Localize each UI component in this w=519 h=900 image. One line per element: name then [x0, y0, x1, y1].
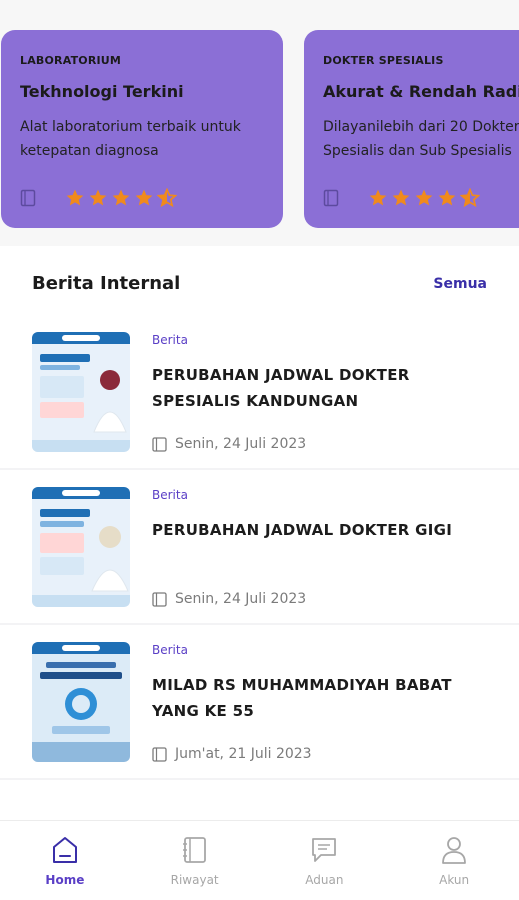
nav-item-home[interactable]: Home	[0, 821, 130, 900]
section-title: Berita Internal	[32, 273, 181, 294]
star-icon	[66, 189, 84, 206]
message-icon	[312, 838, 337, 862]
feature-card-laboratorium[interactable]: LABORATORIUM Tekhnologi Terkini Alat lab…	[1, 30, 283, 228]
news-tag: Berita	[152, 643, 188, 657]
document-icon	[20, 189, 36, 207]
star-half-icon	[157, 188, 177, 208]
calendar-icon	[152, 746, 167, 762]
feature-card-dokter-spesialis[interactable]: DOKTER SPESIALIS Akurat & Rendah Radiasi…	[304, 30, 519, 228]
feature-carousel[interactable]: LABORATORIUM Tekhnologi Terkini Alat lab…	[0, 0, 519, 246]
star-icon	[112, 189, 130, 206]
rating-stars	[65, 188, 177, 208]
news-date: Jum'at, 21 Juli 2023	[152, 746, 312, 762]
star-half-icon	[460, 188, 480, 208]
news-date-text: Senin, 24 Juli 2023	[175, 436, 307, 452]
star-icon	[415, 189, 433, 206]
nav-item-aduan[interactable]: Aduan	[260, 821, 390, 900]
card-category: LABORATORIUM	[20, 54, 122, 67]
news-title: PERUBAHAN JADWAL DOKTER GIGI	[152, 521, 453, 539]
star-icon	[369, 189, 387, 206]
news-tag: Berita	[152, 488, 188, 502]
card-title: Tekhnologi Terkini	[20, 82, 184, 101]
news-thumbnail	[32, 642, 130, 762]
news-date: Senin, 24 Juli 2023	[152, 591, 306, 607]
nav-item-akun[interactable]: Akun	[389, 821, 519, 900]
nav-label: Home	[45, 873, 85, 887]
news-thumbnail	[32, 487, 130, 607]
nav-item-riwayat[interactable]: Riwayat	[130, 821, 260, 900]
star-icon	[135, 189, 153, 206]
nav-label: Akun	[439, 873, 470, 887]
card-footer	[323, 188, 480, 208]
news-date-text: Senin, 24 Juli 2023	[175, 591, 307, 607]
news-item[interactable]: Berita MILAD RS MUHAMMADIYAH BABAT YANG …	[0, 630, 519, 780]
news-title: MILAD RS MUHAMMADIYAH BABAT YANG KE 55	[152, 676, 452, 720]
news-item[interactable]: Berita PERUBAHAN JADWAL DOKTER GIGI Seni…	[0, 475, 519, 625]
document-icon	[323, 189, 339, 207]
news-thumbnail	[32, 332, 130, 452]
card-description: Dilayanilebih dari 20 Dokter Spesialis d…	[323, 115, 519, 163]
card-title: Akurat & Rendah Radiasi	[323, 82, 519, 101]
news-title: PERUBAHAN JADWAL DOKTER SPESIALIS KANDUN…	[152, 366, 410, 410]
bottom-navigation: Home Riwayat Aduan Akun	[0, 820, 519, 900]
card-description-line: ketepatan diagnosa	[20, 143, 159, 159]
see-all-link[interactable]: Semua	[433, 276, 487, 292]
news-date: Senin, 24 Juli 2023	[152, 436, 306, 452]
star-icon	[438, 189, 456, 206]
card-description: Alat laboratorium terbaik untuk ketepata…	[20, 115, 264, 163]
star-icon	[392, 189, 410, 206]
news-tag: Berita	[152, 333, 188, 347]
star-icon	[89, 189, 107, 206]
rating-stars	[368, 188, 480, 208]
card-footer	[20, 188, 177, 208]
card-category: DOKTER SPESIALIS	[323, 54, 444, 67]
nav-label: Riwayat	[170, 873, 219, 887]
nav-label: Aduan	[305, 873, 344, 887]
home-icon	[52, 837, 77, 863]
card-description-line: Dilayanilebih dari 20 Dokter	[323, 119, 519, 135]
news-date-text: Jum'at, 21 Juli 2023	[175, 746, 312, 762]
card-description-line: Spesialis dan Sub Spesialis	[323, 143, 512, 159]
calendar-icon	[152, 436, 167, 452]
calendar-icon	[152, 591, 167, 607]
news-item[interactable]: Berita PERUBAHAN JADWAL DOKTER SPESIALIS…	[0, 320, 519, 470]
card-description-line: Alat laboratorium terbaik untuk	[20, 119, 241, 135]
user-icon	[442, 837, 467, 864]
notebook-icon	[182, 837, 206, 863]
